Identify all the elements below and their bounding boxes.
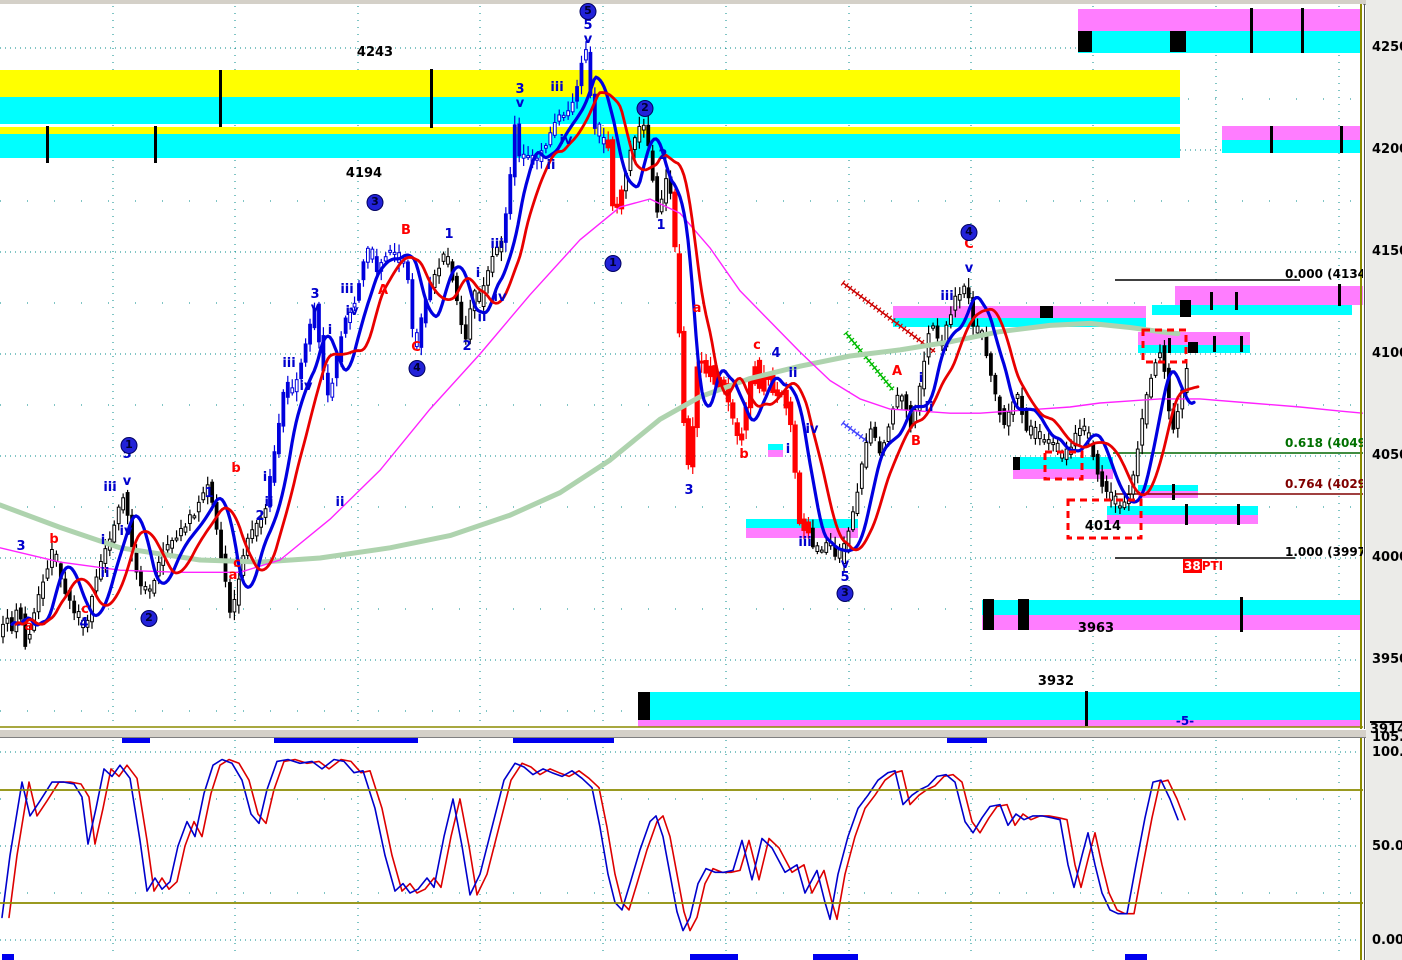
wave-5-projection-label: -5- — [1175, 714, 1195, 728]
oscillator-axis-label: 0.00 — [1372, 933, 1402, 948]
oscillator-axis-label: 50.00 — [1372, 839, 1402, 854]
price-axis-label: 4250 — [1372, 40, 1402, 55]
price-axis-label: 4000 — [1372, 550, 1402, 565]
pti-indicator: 38PTI — [1183, 559, 1224, 573]
oscillator-axis-label: 105. — [1372, 730, 1402, 745]
chart-canvas[interactable] — [0, 0, 1402, 960]
price-axis-label: 4150 — [1372, 244, 1402, 259]
pti-value: 38 — [1183, 559, 1202, 573]
price-axis-label: 4100 — [1372, 346, 1402, 361]
price-axis: 42504200415041004050400039503914105.100.… — [1366, 0, 1402, 960]
price-axis-label: 4050 — [1372, 448, 1402, 463]
price-axis-label: 3950 — [1372, 652, 1402, 667]
pti-label: PTI — [1201, 559, 1224, 573]
oscillator-axis-label: 100.00 — [1372, 745, 1402, 760]
price-axis-label: 4200 — [1372, 142, 1402, 157]
panel-splitter[interactable] — [0, 729, 1402, 738]
chart-application-window: 4243 4194 4014 3963 3932 3 b a c 4 iii v 5 i iv ii 1 b c a 2… — [0, 0, 1402, 960]
